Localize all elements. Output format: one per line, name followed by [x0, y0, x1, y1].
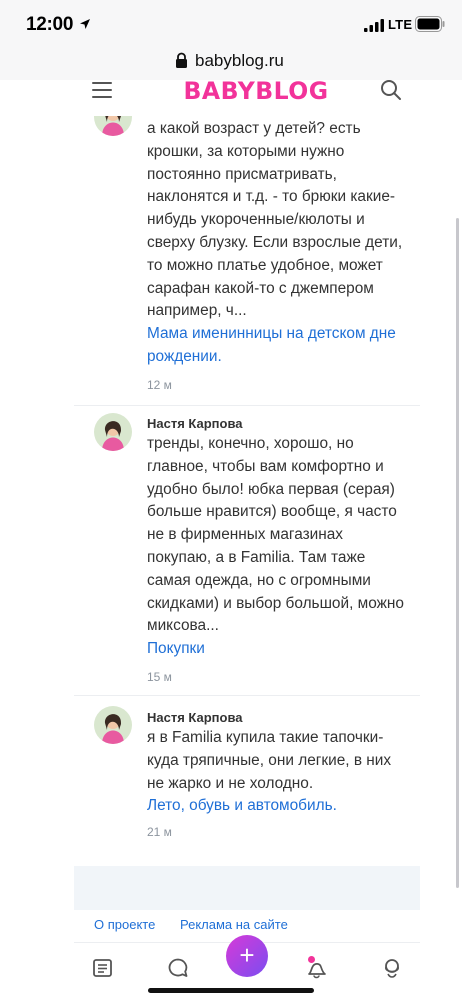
divider — [74, 695, 420, 696]
comment-body: я в Familia купила такие тапочки-куда тр… — [147, 729, 392, 792]
lock-icon — [176, 52, 187, 68]
avatar[interactable] — [94, 413, 132, 451]
comment-body: а какой возраст у детей? есть крошки, за… — [147, 120, 403, 320]
notification-dot — [308, 956, 315, 963]
comment-time: 15 м — [147, 670, 172, 684]
avatar[interactable] — [94, 706, 132, 744]
ads-link[interactable]: Реклама на сайте — [180, 917, 288, 932]
feed-icon[interactable] — [92, 957, 114, 979]
comment-author[interactable]: Настя Карпова — [147, 416, 243, 431]
menu-icon[interactable] — [92, 80, 114, 100]
comment-time: 21 м — [147, 825, 172, 839]
comment-text: тренды, конечно, хорошо, но главное, что… — [147, 433, 409, 661]
comment-post-link[interactable]: Мама именинницы на детском дне рождении. — [147, 325, 396, 365]
comment-author[interactable]: Настя Карпова — [147, 710, 243, 725]
battery-icon — [415, 16, 445, 32]
divider — [74, 405, 420, 406]
bottom-nav: + — [74, 935, 420, 988]
comment-body: тренды, конечно, хорошо, но главное, что… — [147, 435, 404, 635]
comment-time: 12 м — [147, 378, 172, 392]
add-post-button[interactable]: + — [226, 935, 268, 977]
status-time: 12:00 — [26, 14, 74, 35]
status-bar: 12:00 LTE — [0, 0, 462, 44]
location-arrow-icon — [80, 19, 90, 29]
scrollbar[interactable] — [456, 218, 459, 888]
comment-post-link[interactable]: Покупки — [147, 640, 205, 657]
network-type: LTE — [388, 17, 413, 32]
babyblog-logo[interactable]: BABYBLOG — [183, 77, 328, 105]
url-text[interactable]: babyblog.ru — [195, 51, 284, 71]
about-link[interactable]: О проекте — [94, 917, 155, 932]
chat-icon[interactable] — [167, 957, 189, 979]
avatar[interactable] — [94, 116, 132, 136]
community-icon[interactable] — [381, 957, 403, 979]
home-indicator — [148, 988, 314, 993]
add-icon: + — [239, 940, 255, 970]
site-header: BABYBLOG — [74, 77, 420, 116]
comment-post-link[interactable]: Лето, обувь и автомобиль. — [147, 797, 337, 814]
comments-feed: а какой возраст у детей? есть крошки, за… — [74, 116, 420, 866]
signal-bars-icon — [364, 19, 384, 32]
comment-text: я в Familia купила такие тапочки-куда тр… — [147, 727, 409, 818]
search-icon[interactable] — [380, 79, 402, 101]
gray-panel — [74, 866, 420, 910]
browser-url-bar[interactable]: babyblog.ru — [0, 44, 462, 80]
comment-text: а какой возраст у детей? есть крошки, за… — [147, 118, 409, 369]
